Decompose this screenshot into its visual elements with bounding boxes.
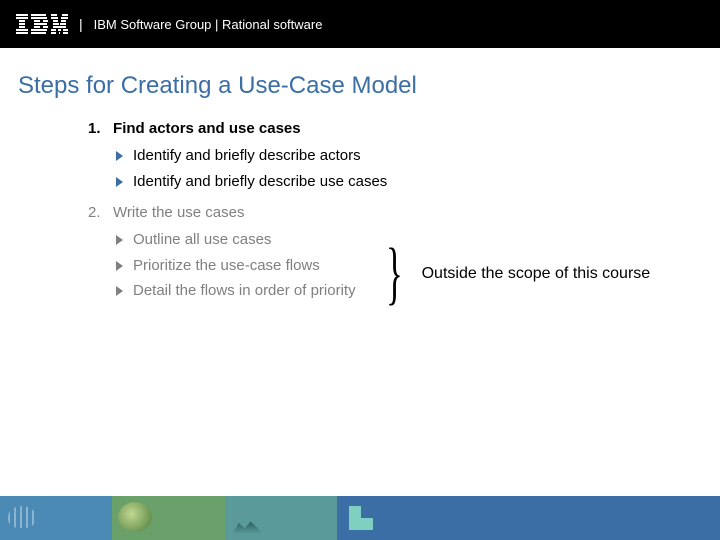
bullet-icon	[116, 177, 123, 187]
footer-graphic-3	[225, 496, 337, 540]
step-1-num: 1.	[88, 120, 101, 137]
step-2-sub-2-text: Prioritize the use-case flows	[133, 253, 320, 279]
step-2-head: 2. Write the use cases	[88, 204, 702, 221]
step-1-sub-2-text: Identify and briefly describe use cases	[133, 169, 387, 195]
step-1-sub-2: Identify and briefly describe use cases	[116, 169, 702, 195]
footer-graphic-2	[112, 496, 224, 540]
step-2-sub-3-text: Detail the flows in order of priority	[133, 278, 356, 304]
step-1: 1. Find actors and use cases Identify an…	[88, 120, 702, 194]
step-2-num: 2.	[88, 204, 101, 221]
footer-graphic-4	[337, 496, 449, 540]
step-1-sub-1: Identify and briefly describe actors	[116, 143, 702, 169]
footer-graphics	[0, 496, 562, 540]
step-1-head: 1. Find actors and use cases	[88, 120, 702, 137]
bullet-icon	[116, 286, 123, 296]
bullet-icon	[116, 151, 123, 161]
header-divider: |	[79, 16, 83, 32]
scope-annotation: } Outside the scope of this course	[386, 244, 650, 304]
step-1-label: Find actors and use cases	[113, 120, 301, 137]
step-2-sub-1-text: Outline all use cases	[133, 227, 271, 253]
footer-brand-block	[562, 496, 720, 540]
header-bar: | IBM Software Group | Rational software	[0, 0, 720, 48]
bullet-icon	[116, 261, 123, 271]
bullet-icon	[116, 235, 123, 245]
annotation-text: Outside the scope of this course	[422, 265, 651, 283]
step-2-label: Write the use cases	[113, 204, 244, 221]
footer-graphic-1	[0, 496, 112, 540]
step-1-sub-1-text: Identify and briefly describe actors	[133, 143, 361, 169]
brace-icon: }	[386, 244, 403, 304]
page-title: Steps for Creating a Use-Case Model	[18, 72, 702, 100]
header-spacer	[0, 48, 720, 62]
ibm-logo	[16, 14, 68, 34]
footer-bar	[0, 496, 720, 540]
footer-graphic-5	[449, 496, 561, 540]
header-text: IBM Software Group | Rational software	[94, 17, 323, 32]
